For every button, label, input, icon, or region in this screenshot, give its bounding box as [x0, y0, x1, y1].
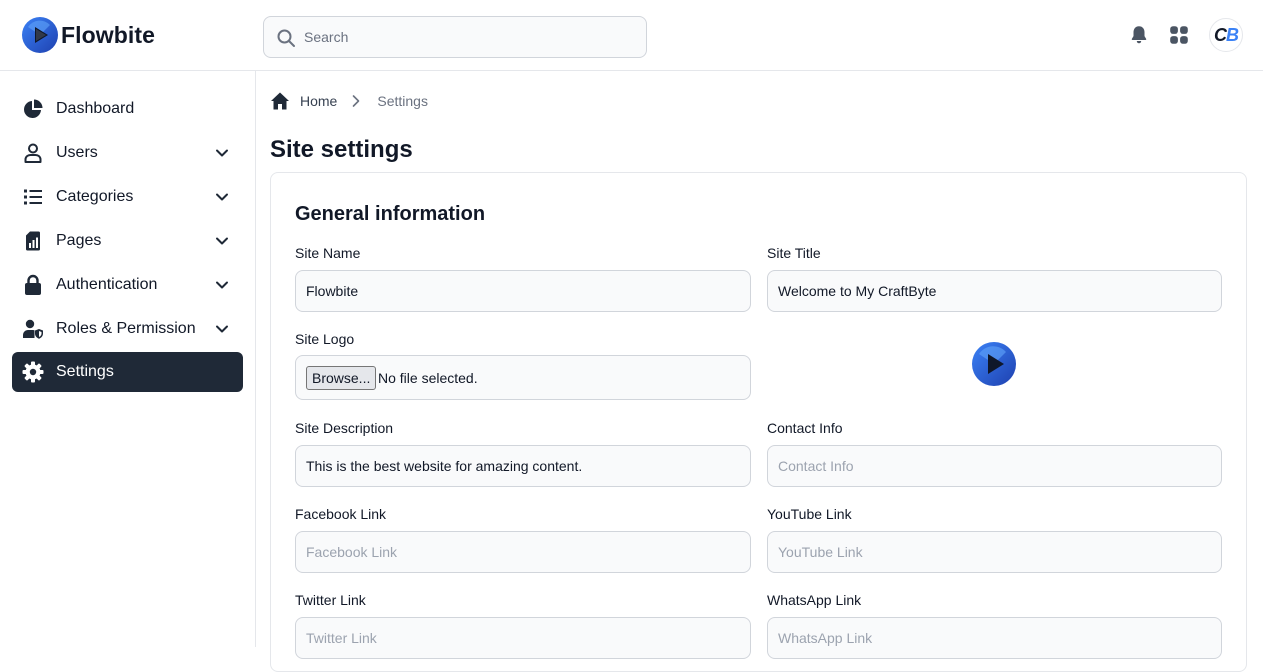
site-name-input[interactable]	[295, 270, 751, 312]
site-logo-label: Site Logo	[295, 331, 355, 347]
whatsapp-link-label: WhatsApp Link	[767, 592, 862, 608]
site-logo-file-input[interactable]: Browse... No file selected.	[295, 355, 751, 400]
breadcrumb: Home Settings	[270, 91, 428, 111]
user-icon	[24, 143, 42, 163]
contact-info-input[interactable]	[767, 445, 1222, 487]
brand-logo[interactable]: Flowbite	[22, 17, 155, 53]
bell-icon[interactable]	[1128, 24, 1150, 46]
search-box[interactable]	[263, 16, 647, 58]
apps-grid-icon[interactable]	[1168, 24, 1190, 46]
top-navbar: Flowbite CB	[0, 0, 1263, 71]
sidebar-item-categories[interactable]: Categories	[12, 177, 243, 217]
chevron-down-icon	[216, 281, 228, 289]
section-title: General information	[295, 203, 486, 225]
whatsapp-link-input[interactable]	[767, 617, 1222, 659]
chart-pie-icon	[24, 99, 43, 118]
search-input[interactable]	[304, 17, 634, 57]
facebook-link-label: Facebook Link	[295, 506, 387, 522]
browse-button[interactable]: Browse...	[306, 366, 377, 390]
file-chart-icon	[26, 231, 40, 251]
site-description-input[interactable]	[295, 445, 751, 487]
list-icon	[24, 189, 42, 205]
flowbite-logo-icon	[22, 17, 58, 53]
gear-icon	[22, 361, 44, 383]
sidebar-item-dashboard[interactable]: Dashboard	[12, 89, 243, 129]
brand-name: Flowbite	[61, 21, 156, 48]
file-status: No file selected.	[378, 370, 478, 386]
contact-info-label: Contact Info	[767, 420, 843, 436]
twitter-link-label: Twitter Link	[295, 592, 366, 608]
user-avatar[interactable]: CB	[1209, 18, 1243, 52]
site-title-label: Site Title	[767, 245, 821, 261]
facebook-link-input[interactable]	[295, 531, 751, 573]
sidebar-item-users[interactable]: Users	[12, 133, 243, 173]
breadcrumb-current: Settings	[377, 93, 428, 109]
chevron-down-icon	[216, 325, 228, 333]
youtube-link-input[interactable]	[767, 531, 1222, 573]
twitter-link-input[interactable]	[295, 617, 751, 659]
breadcrumb-home-link[interactable]: Home	[300, 93, 337, 109]
site-description-label: Site Description	[295, 420, 394, 436]
site-title-input[interactable]	[767, 270, 1222, 312]
chevron-down-icon	[216, 237, 228, 245]
sidebar-item-authentication[interactable]: Authentication	[12, 265, 243, 305]
youtube-link-label: YouTube Link	[767, 506, 852, 522]
sidebar: Dashboard Users Categories Pages Authent…	[0, 71, 256, 647]
chevron-right-icon	[353, 95, 360, 107]
search-icon	[277, 29, 295, 47]
sidebar-item-pages[interactable]: Pages	[12, 221, 243, 261]
lock-icon	[25, 274, 41, 295]
site-name-label: Site Name	[295, 245, 361, 261]
sidebar-item-roles-permission[interactable]: Roles & Permission	[12, 309, 243, 349]
chevron-down-icon	[216, 149, 228, 157]
sidebar-item-settings[interactable]: Settings	[12, 352, 243, 392]
chevron-down-icon	[216, 193, 228, 201]
home-icon[interactable]	[270, 91, 290, 111]
site-logo-preview-icon	[972, 342, 1016, 386]
general-information-card: General information Site Name Site Title…	[270, 172, 1247, 672]
page-title: Site settings	[270, 136, 413, 163]
user-shield-icon	[23, 319, 43, 339]
